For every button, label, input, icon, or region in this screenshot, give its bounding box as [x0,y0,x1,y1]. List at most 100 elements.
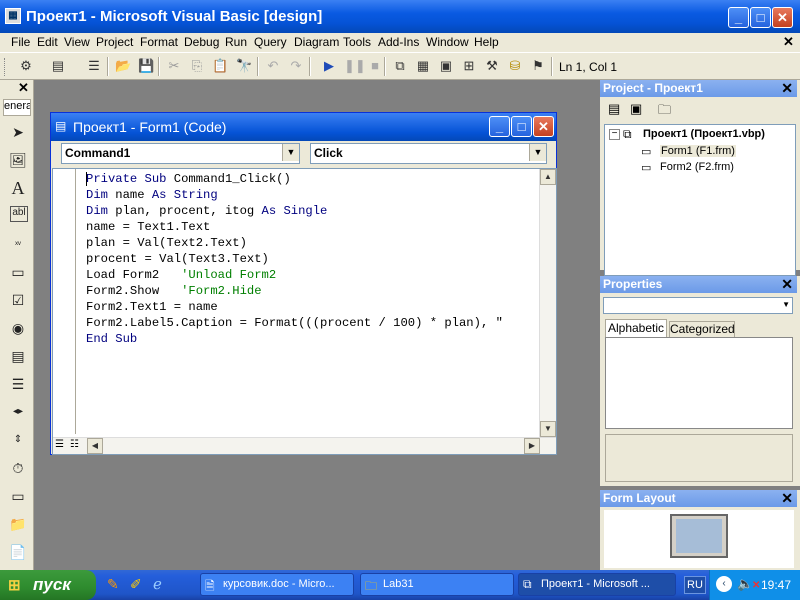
code-line[interactable]: plan = Val(Text2.Text) [86,235,540,251]
open-project-icon[interactable]: 📂 [115,58,131,74]
clock[interactable]: 19:47 [761,578,791,592]
undo-icon[interactable]: ↶ [265,58,281,74]
frame-tool-icon[interactable]: ˣᵛ [8,234,28,254]
tab-alphabetic[interactable]: Alphabetic [605,319,667,337]
view-object-icon[interactable]: ▣ [630,101,642,117]
close-button[interactable]: ✕ [772,7,793,28]
filelistbox-tool-icon[interactable]: 📄 [8,542,28,562]
cut-icon[interactable]: ✂ [166,58,182,74]
quicklaunch-icon[interactable]: ✎ [107,576,119,593]
end-icon[interactable]: ■ [367,58,383,74]
picturebox-tool-icon[interactable]: 🖼 [8,150,28,170]
add-form-icon[interactable]: ▤ [50,58,66,74]
start-icon[interactable]: ▶ [321,58,337,74]
tray-expand-icon[interactable]: ‹ [716,576,732,592]
tree-root-project[interactable]: Проект1 (Проект1.vbp) [643,128,765,140]
task-lab31-folder[interactable]: 🗀 Lab31 [360,573,514,596]
volume-icon[interactable]: 🔈 [737,576,753,592]
menu-project[interactable]: Project [96,35,133,49]
code-text[interactable]: Private Sub Command1_Click() Dim name As … [86,171,540,347]
close-icon[interactable]: ✕ [781,490,793,507]
chevron-down-icon[interactable]: ▼ [282,144,299,161]
collapse-icon[interactable]: − [609,129,620,140]
drivelistbox-tool-icon[interactable]: ▭ [8,486,28,506]
toggle-folders-icon[interactable]: 🗀 [658,101,671,123]
chevron-down-icon[interactable]: ▼ [529,144,546,161]
maximize-button[interactable]: □ [750,7,771,28]
toolbox-tab[interactable]: enera [3,99,31,116]
minimize-button[interactable]: _ [728,7,749,28]
scroll-right-icon[interactable]: ▶ [524,438,540,454]
textbox-tool-icon[interactable]: abl [10,206,28,222]
menu-debug[interactable]: Debug [184,35,219,49]
menu-add-ins[interactable]: Add-Ins [378,35,419,49]
code-line[interactable]: Form2.Label5.Caption = Format(((procent … [86,315,540,331]
menu-view[interactable]: View [64,35,90,49]
combobox-tool-icon[interactable]: ▤ [8,346,28,366]
menu-help[interactable]: Help [474,35,499,49]
properties-grid[interactable] [605,337,793,429]
tree-item-form1[interactable]: Form1 (F1.frm) [660,145,736,157]
vscrollbar-tool-icon[interactable]: ⇕ [8,430,28,450]
checkbox-tool-icon[interactable]: ☑ [8,290,28,310]
task-visual-basic[interactable]: ⧉ Проект1 - Microsoft ... [518,573,676,596]
menu-editor-icon[interactable]: ☰ [86,58,102,74]
component-manager-icon[interactable]: ⚑ [530,58,546,74]
menu-format[interactable]: Format [140,35,178,49]
code-line[interactable]: Private Sub Command1_Click() [86,171,540,187]
code-line[interactable]: Load Form2 'Unload Form2 [86,267,540,283]
menu-file[interactable]: File [11,35,30,49]
hscrollbar-tool-icon[interactable]: ◂▸ [8,402,28,422]
code-line[interactable]: End Sub [86,331,540,347]
toolbox-close-icon[interactable]: ✕ [18,80,29,96]
menu-diagram[interactable]: Diagram [294,35,339,49]
copy-icon[interactable]: ⎘ [189,58,205,74]
code-maximize-button[interactable]: □ [511,116,532,137]
data-view-icon[interactable]: ⛁ [507,58,523,74]
code-minimize-button[interactable]: _ [489,116,510,137]
scroll-down-icon[interactable]: ▼ [540,421,556,437]
internet-explorer-icon[interactable]: ℯ [153,575,162,593]
code-editor[interactable]: Private Sub Command1_Click() Dim name As … [52,168,557,455]
code-line[interactable]: Dim plan, procent, itog As Single [86,203,540,219]
task-word-document[interactable]: 🗎 курсовик.doc - Micro... [200,573,354,596]
full-module-view-icon[interactable]: ☷ [70,439,79,450]
project-explorer-icon[interactable]: ⧉ [392,58,408,74]
menu-window[interactable]: Window [426,35,469,49]
object-browser-icon[interactable]: ⊞ [461,58,477,74]
tree-item-form2[interactable]: Form2 (F2.frm) [660,161,734,173]
form-layout-icon[interactable]: ▣ [438,58,454,74]
scroll-up-icon[interactable]: ▲ [540,169,556,185]
code-line[interactable]: name = Text1.Text [86,219,540,235]
object-combo[interactable]: Command1 ▼ [61,143,300,164]
mdi-close-icon[interactable]: ✕ [783,34,794,50]
properties-window-icon[interactable]: ▦ [415,58,431,74]
close-icon[interactable]: ✕ [781,276,793,293]
vb-app-icon[interactable]: ▦ [5,8,21,24]
save-project-icon[interactable]: 💾 [138,58,154,74]
start-button[interactable]: ⊞ пуск [0,570,96,600]
scroll-left-icon[interactable]: ◀ [87,438,103,454]
chevron-down-icon[interactable]: ▼ [782,300,790,309]
menu-query[interactable]: Query [254,35,287,49]
language-indicator[interactable]: RU [684,576,706,594]
code-line[interactable]: Form2.Show 'Form2.Hide [86,283,540,299]
break-icon[interactable]: ❚❚ [344,58,366,74]
close-icon[interactable]: ✕ [781,80,793,97]
toolbox-icon[interactable]: ⚒ [484,58,500,74]
menu-tools[interactable]: Tools [343,35,371,49]
optionbutton-tool-icon[interactable]: ◉ [8,318,28,338]
paste-icon[interactable]: 📋 [212,58,228,74]
listbox-tool-icon[interactable]: ☰ [8,374,28,394]
code-line[interactable]: Dim name As String [86,187,540,203]
procedure-combo[interactable]: Click ▼ [310,143,547,164]
code-line[interactable]: procent = Val(Text3.Text) [86,251,540,267]
procedure-view-icon[interactable]: ☰ [55,439,64,450]
redo-icon[interactable]: ↷ [288,58,304,74]
code-close-button[interactable]: ✕ [533,116,554,137]
vertical-scrollbar[interactable]: ▲ ▼ [539,169,556,437]
commandbutton-tool-icon[interactable]: ▭ [8,262,28,282]
timer-tool-icon[interactable]: ⏱ [8,458,28,478]
menu-run[interactable]: Run [225,35,247,49]
menu-edit[interactable]: Edit [37,35,58,49]
